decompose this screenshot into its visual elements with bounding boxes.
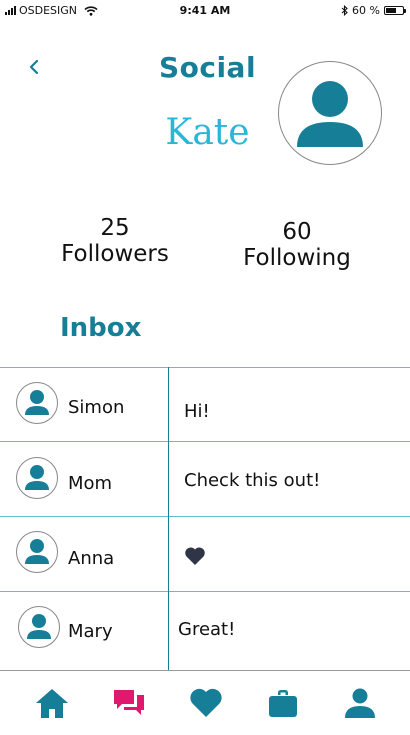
sender-name: Simon [68,397,125,418]
message-preview: Hi! [184,401,210,422]
user-icon [345,688,375,718]
page-title: Social [158,51,257,84]
followers-stat[interactable]: 25 Followers [55,215,175,267]
inbox-title: Inbox [60,313,142,343]
avatar [16,457,58,499]
message-preview [184,546,206,571]
back-button[interactable] [26,55,44,79]
avatar [16,531,58,573]
user-icon [297,81,363,147]
profile-avatar[interactable] [278,61,382,165]
briefcase-icon [269,690,297,717]
sender-name: Mary [68,621,113,642]
sender-name: Mom [68,473,113,494]
nav-favorites[interactable] [186,683,226,723]
status-bar: OSDESIGN 9:41 AM 60 % [0,0,410,22]
message-preview: Check this out! [184,470,321,491]
message-preview: Great! [178,619,236,640]
table-row[interactable]: Anna [0,517,410,592]
battery-percent: 60 % [352,4,380,17]
status-right: 60 % [341,4,406,17]
chat-icon [114,690,144,715]
followers-label: Followers [61,241,169,267]
table-row[interactable]: Simon Hi! [0,368,410,443]
followers-count: 25 [100,215,130,241]
following-count: 60 [282,219,312,245]
inbox-table: Simon Hi! Mom Check this out! Anna Mary … [0,367,410,670]
user-icon [27,614,51,639]
battery-icon [384,6,406,15]
user-icon [25,390,49,415]
sender-name: Anna [68,548,115,569]
nav-home[interactable] [32,683,72,723]
avatar [16,382,58,424]
user-icon [25,465,49,490]
bluetooth-icon [341,5,348,16]
profile-name: Kate [165,112,250,153]
heart-icon [185,547,205,565]
following-label: Following [243,245,351,271]
following-stat[interactable]: 60 Following [232,219,362,271]
heart-icon [190,688,222,717]
nav-profile[interactable] [340,683,380,723]
chevron-left-icon [29,59,39,75]
nav-messages[interactable] [109,683,149,723]
user-icon [25,539,49,564]
avatar [18,606,60,648]
home-icon [36,689,68,718]
bottom-nav [0,670,410,735]
table-row[interactable]: Mary Great! [0,592,410,667]
table-row[interactable]: Mom Check this out! [0,442,410,517]
column-divider [168,367,169,670]
nav-work[interactable] [263,683,303,723]
